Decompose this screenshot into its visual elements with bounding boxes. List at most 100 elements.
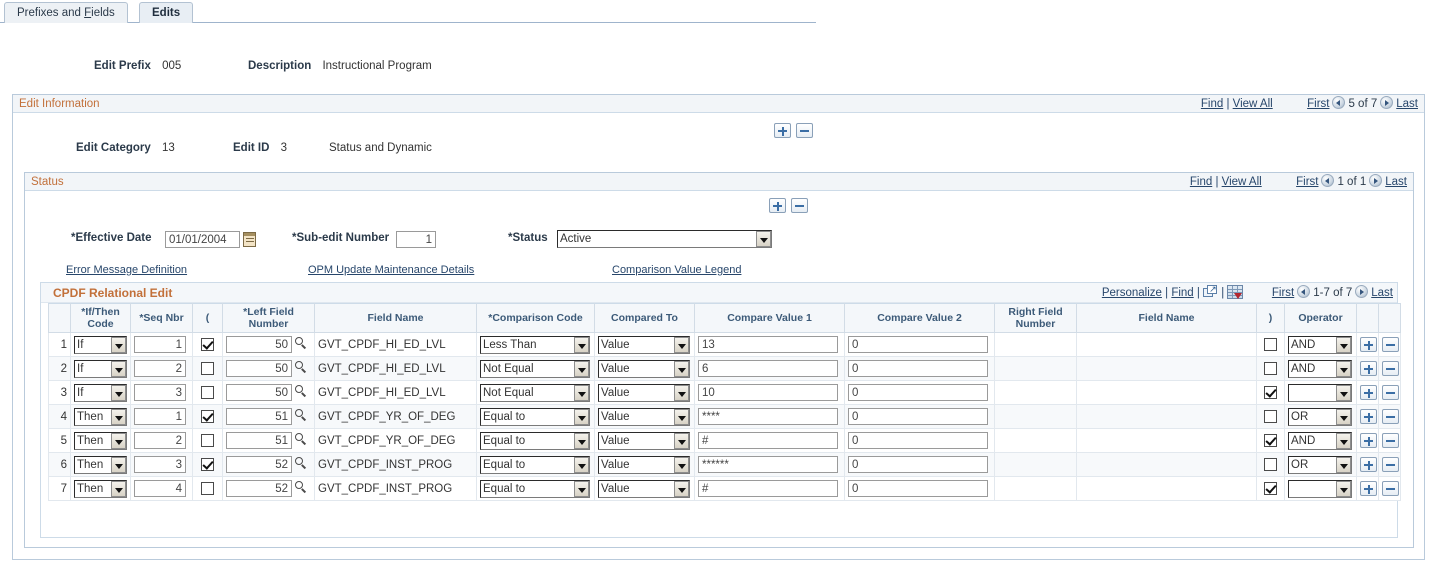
operator-select[interactable]: ANDOR [1288, 455, 1352, 474]
left-field-number-input[interactable] [226, 480, 292, 497]
compare-value-2-input[interactable] [848, 408, 988, 425]
edit-information-add-row-button[interactable] [774, 123, 791, 138]
edit-information-first-link[interactable]: First [1307, 98, 1329, 110]
status-last-link[interactable]: Last [1385, 176, 1407, 188]
ifthen-code-select[interactable]: IfThen [74, 407, 127, 426]
seq-nbr-input[interactable] [134, 360, 186, 377]
lookup-magnifier-icon[interactable] [295, 384, 308, 398]
grid-next-arrow-icon[interactable] [1355, 285, 1369, 298]
delete-row-button[interactable] [1382, 361, 1399, 376]
comparison-code-select[interactable]: Less ThanNot EqualEqual toGreater Than [480, 431, 590, 450]
add-row-button[interactable] [1360, 481, 1377, 496]
close-paren-checkbox[interactable] [1264, 362, 1277, 375]
grid-find-link[interactable]: Find [1171, 287, 1193, 299]
open-paren-checkbox[interactable] [201, 482, 214, 495]
compare-value-2-input[interactable] [848, 360, 988, 377]
comparison-code-select[interactable]: Less ThanNot EqualEqual toGreater Than [480, 383, 590, 402]
ifthen-code-select[interactable]: IfThen [74, 359, 127, 378]
close-paren-checkbox[interactable] [1264, 458, 1277, 471]
edit-information-prev-arrow-icon[interactable] [1332, 96, 1346, 109]
left-field-number-input[interactable] [226, 408, 292, 425]
compare-value-1-input[interactable] [698, 408, 838, 425]
grid-personalize-link[interactable]: Personalize [1102, 287, 1162, 299]
open-paren-checkbox[interactable] [201, 434, 214, 447]
opm-update-maintenance-details-link[interactable]: OPM Update Maintenance Details [308, 264, 474, 276]
operator-select[interactable]: ANDOR [1288, 479, 1352, 498]
calendar-icon[interactable] [243, 232, 256, 247]
left-field-number-input[interactable] [226, 432, 292, 449]
add-row-button[interactable] [1360, 361, 1377, 376]
ifthen-code-select[interactable]: IfThen [74, 479, 127, 498]
add-row-button[interactable] [1360, 409, 1377, 424]
edit-information-delete-row-button[interactable] [796, 123, 813, 138]
new-window-icon[interactable]: ↗ [1203, 285, 1218, 298]
compared-to-select[interactable]: ValueField [598, 479, 690, 498]
comparison-code-select[interactable]: Less ThanNot EqualEqual toGreater Than [480, 335, 590, 354]
grid-last-link[interactable]: Last [1371, 287, 1393, 299]
left-field-number-input[interactable] [226, 456, 292, 473]
seq-nbr-input[interactable] [134, 480, 186, 497]
operator-select[interactable]: ANDOR [1288, 383, 1352, 402]
ifthen-code-select[interactable]: IfThen [74, 431, 127, 450]
delete-row-button[interactable] [1382, 433, 1399, 448]
seq-nbr-input[interactable] [134, 336, 186, 353]
error-message-definition-link[interactable]: Error Message Definition [66, 264, 187, 276]
status-view-all-link[interactable]: View All [1222, 176, 1262, 188]
status-delete-row-button[interactable] [791, 198, 808, 213]
add-row-button[interactable] [1360, 433, 1377, 448]
left-field-number-input[interactable] [226, 336, 292, 353]
open-paren-checkbox[interactable] [201, 338, 214, 351]
download-spreadsheet-icon[interactable] [1227, 285, 1244, 299]
add-row-button[interactable] [1360, 457, 1377, 472]
effective-date-input[interactable] [165, 231, 240, 248]
comparison-value-legend-link[interactable]: Comparison Value Legend [612, 264, 741, 276]
compare-value-1-input[interactable] [698, 456, 838, 473]
compare-value-1-input[interactable] [698, 360, 838, 377]
compared-to-select[interactable]: ValueField [598, 455, 690, 474]
ifthen-code-select[interactable]: IfThen [74, 455, 127, 474]
lookup-magnifier-icon[interactable] [295, 432, 308, 446]
seq-nbr-input[interactable] [134, 432, 186, 449]
delete-row-button[interactable] [1382, 337, 1399, 352]
compared-to-select[interactable]: ValueField [598, 431, 690, 450]
close-paren-checkbox[interactable] [1264, 482, 1277, 495]
ifthen-code-select[interactable]: IfThen [74, 383, 127, 402]
edit-information-last-link[interactable]: Last [1396, 98, 1418, 110]
compare-value-2-input[interactable] [848, 384, 988, 401]
open-paren-checkbox[interactable] [201, 362, 214, 375]
status-add-row-button[interactable] [769, 198, 786, 213]
seq-nbr-input[interactable] [134, 456, 186, 473]
delete-row-button[interactable] [1382, 409, 1399, 424]
compare-value-1-input[interactable] [698, 432, 838, 449]
close-paren-checkbox[interactable] [1264, 434, 1277, 447]
operator-select[interactable]: ANDOR [1288, 407, 1352, 426]
status-select[interactable]: Active [557, 230, 772, 248]
delete-row-button[interactable] [1382, 457, 1399, 472]
comparison-code-select[interactable]: Less ThanNot EqualEqual toGreater Than [480, 479, 590, 498]
tab-edits[interactable]: Edits [139, 2, 194, 23]
edit-information-next-arrow-icon[interactable] [1380, 96, 1394, 109]
open-paren-checkbox[interactable] [201, 386, 214, 399]
compared-to-select[interactable]: ValueField [598, 335, 690, 354]
grid-first-link[interactable]: First [1272, 287, 1294, 299]
left-field-number-input[interactable] [226, 360, 292, 377]
close-paren-checkbox[interactable] [1264, 410, 1277, 423]
tab-prefixes-and-fields[interactable]: Prefixes and Fields [4, 2, 128, 23]
comparison-code-select[interactable]: Less ThanNot EqualEqual toGreater Than [480, 407, 590, 426]
add-row-button[interactable] [1360, 337, 1377, 352]
ifthen-code-select[interactable]: IfThen [74, 335, 127, 354]
lookup-magnifier-icon[interactable] [295, 456, 308, 470]
compare-value-2-input[interactable] [848, 432, 988, 449]
compare-value-1-input[interactable] [698, 384, 838, 401]
left-field-number-input[interactable] [226, 384, 292, 401]
compared-to-select[interactable]: ValueField [598, 359, 690, 378]
compare-value-2-input[interactable] [848, 456, 988, 473]
close-paren-checkbox[interactable] [1264, 386, 1277, 399]
close-paren-checkbox[interactable] [1264, 338, 1277, 351]
comparison-code-select[interactable]: Less ThanNot EqualEqual toGreater Than [480, 455, 590, 474]
edit-information-find-link[interactable]: Find [1201, 98, 1223, 110]
compared-to-select[interactable]: ValueField [598, 383, 690, 402]
compare-value-2-input[interactable] [848, 480, 988, 497]
status-next-arrow-icon[interactable] [1369, 174, 1383, 187]
delete-row-button[interactable] [1382, 481, 1399, 496]
